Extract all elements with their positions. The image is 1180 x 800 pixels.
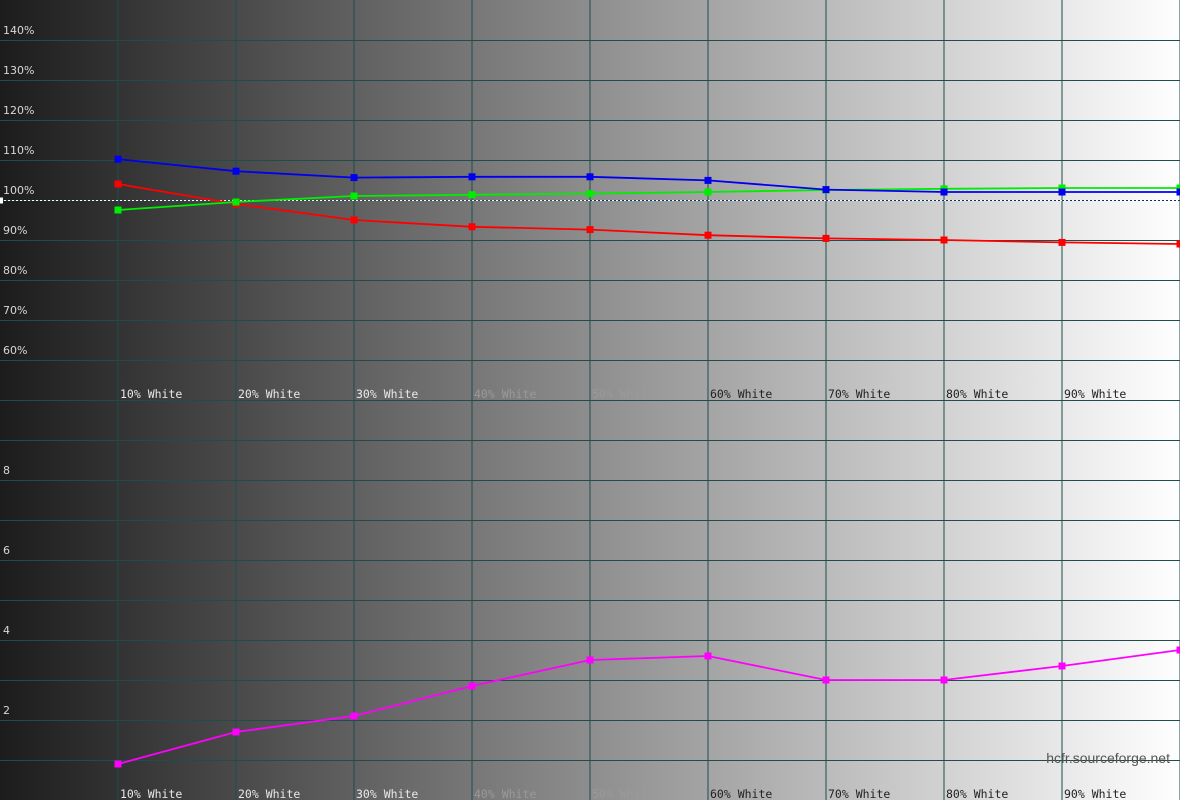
category-label: 60% White <box>710 787 772 800</box>
category-label: 40% White <box>474 787 536 800</box>
data-point <box>114 760 122 768</box>
data-point <box>350 216 358 224</box>
y-tick-label: 8 <box>3 464 10 477</box>
category-label: 10% White <box>120 387 182 401</box>
data-point <box>114 180 122 188</box>
data-point <box>586 656 594 664</box>
data-point <box>586 190 594 198</box>
data-point <box>232 728 240 736</box>
y-tick-label: 110% <box>3 144 34 157</box>
data-point <box>822 676 830 684</box>
data-point <box>232 167 240 175</box>
data-point <box>704 176 712 184</box>
y-tick-label: 100% <box>3 184 34 197</box>
y-tick-label: 130% <box>3 64 34 77</box>
category-label: 50% White <box>592 787 654 800</box>
data-point <box>1176 240 1180 248</box>
data-point <box>586 226 594 234</box>
category-label: 50% White <box>592 387 654 401</box>
data-point <box>232 198 240 206</box>
data-point <box>822 186 830 194</box>
data-point <box>468 191 476 199</box>
y-tick-label: 4 <box>3 624 10 637</box>
data-point <box>1176 646 1180 654</box>
category-label: 20% White <box>238 387 300 401</box>
category-label: 80% White <box>946 387 1008 401</box>
data-point <box>940 236 948 244</box>
category-label: 90% White <box>1064 387 1126 401</box>
category-label: 70% White <box>828 387 890 401</box>
data-point <box>704 188 712 196</box>
chart-stage: 140% 130% 120% 110% 100% 90% 80% 70% 60% 8 6 4 2 10%… <box>0 0 1180 800</box>
category-label: 30% White <box>356 787 418 800</box>
y-tick-label: 6 <box>3 544 10 557</box>
data-point <box>350 174 358 182</box>
watermark: hcfr.sourceforge.net <box>1046 750 1170 766</box>
reference-marker <box>0 197 3 204</box>
y-tick-label: 120% <box>3 104 34 117</box>
y-tick-label: 60% <box>3 344 27 357</box>
data-point <box>114 206 122 214</box>
data-point <box>704 231 712 239</box>
category-label: 40% White <box>474 387 536 401</box>
data-point <box>350 192 358 200</box>
data-point <box>822 234 830 242</box>
y-tick-label: 80% <box>3 264 27 277</box>
data-point <box>1058 188 1066 196</box>
data-point <box>468 682 476 690</box>
y-tick-label: 140% <box>3 24 34 37</box>
chart-canvas: 140% 130% 120% 110% 100% 90% 80% 70% 60% 8 6 4 2 10%… <box>0 0 1180 800</box>
data-point <box>586 173 594 181</box>
category-label: 30% White <box>356 387 418 401</box>
category-label: 60% White <box>710 387 772 401</box>
data-point <box>350 712 358 720</box>
data-point <box>940 676 948 684</box>
category-label: 10% White <box>120 787 182 800</box>
data-point <box>940 188 948 196</box>
y-tick-label: 2 <box>3 704 10 717</box>
y-tick-label: 70% <box>3 304 27 317</box>
data-point <box>114 155 122 163</box>
category-label: 80% White <box>946 787 1008 800</box>
data-point <box>1058 662 1066 670</box>
category-label: 20% White <box>238 787 300 800</box>
category-label: 90% White <box>1064 787 1126 800</box>
data-point <box>1176 188 1180 196</box>
data-point <box>1058 238 1066 246</box>
data-point <box>468 223 476 231</box>
data-point <box>468 173 476 181</box>
data-point <box>704 652 712 660</box>
y-tick-label: 90% <box>3 224 27 237</box>
category-label: 70% White <box>828 787 890 800</box>
